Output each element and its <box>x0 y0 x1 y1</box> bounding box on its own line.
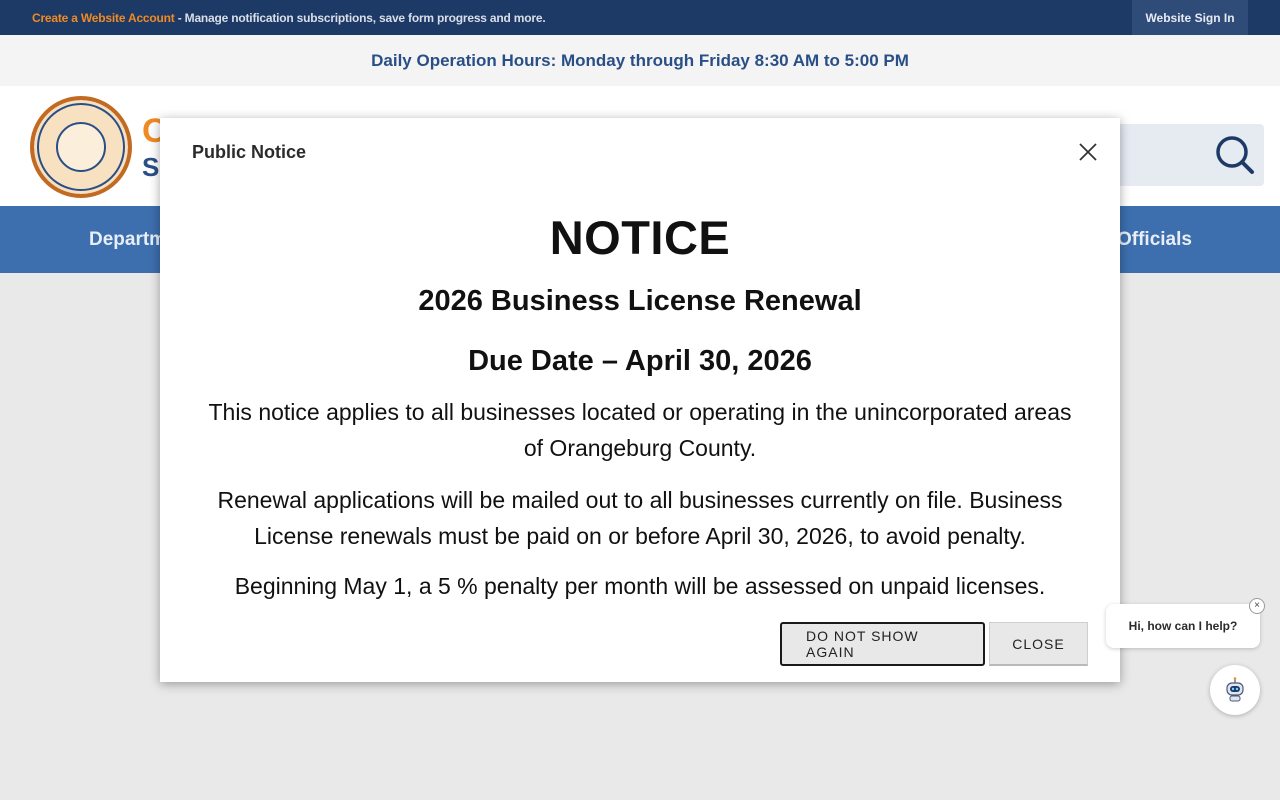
notice-paragraph-penalty: Beginning May 1, a 5 % penalty per month… <box>234 573 1046 599</box>
modal-title: Public Notice <box>192 142 307 162</box>
do-not-show-again-button[interactable]: DO NOT SHOW AGAIN <box>780 622 985 666</box>
close-icon <box>1079 143 1097 161</box>
notice-paragraph-renewal: Renewal applications will be mailed out … <box>217 487 1063 549</box>
modal-footer: DO NOT SHOW AGAIN CLOSE <box>780 622 1088 666</box>
modal-content[interactable]: NOTICE 2026 Business License Renewal Due… <box>192 208 1088 608</box>
chat-launcher-button[interactable] <box>1210 665 1260 715</box>
public-notice-modal: Public Notice NOTICE 2026 Business Licen… <box>160 118 1120 682</box>
notice-heading: NOTICE <box>549 211 731 264</box>
notice-paragraph-applicability: This notice applies to all businesses lo… <box>208 399 1072 461</box>
chat-prompt-bubble[interactable]: Hi, how can I help? <box>1106 604 1260 648</box>
close-button[interactable]: CLOSE <box>989 622 1088 666</box>
modal-close-button[interactable] <box>1074 138 1102 166</box>
chatbot-robot-icon <box>1226 677 1244 702</box>
notice-due-date: Due Date – April 30, 2026 <box>468 345 812 377</box>
chat-prompt-text: Hi, how can I help? <box>1128 619 1238 633</box>
notice-subheading: 2026 Business License Renewal <box>418 285 862 317</box>
chat-dismiss-button[interactable]: × <box>1249 598 1265 614</box>
